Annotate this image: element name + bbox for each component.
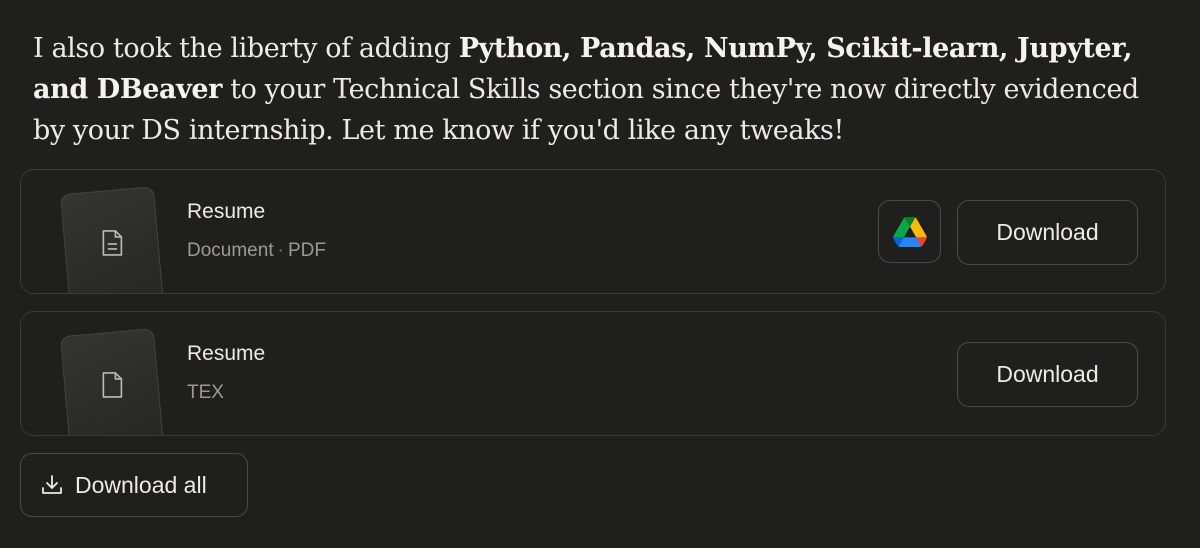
file-title: Resume bbox=[187, 200, 266, 223]
assistant-message: I also took the liberty of adding Python… bbox=[33, 28, 1173, 151]
google-drive-icon bbox=[892, 216, 927, 247]
file-meta: TEX bbox=[187, 382, 224, 404]
meta-separator: · bbox=[277, 240, 284, 261]
download-all-label: Download all bbox=[75, 472, 207, 498]
file-card-resume-pdf[interactable]: Resume Document · PDF Download bbox=[20, 169, 1166, 294]
file-thumbnail bbox=[59, 328, 165, 435]
file-title: Resume bbox=[187, 342, 266, 365]
download-all-button[interactable]: Download all bbox=[20, 453, 248, 517]
file-meta: Document · PDF bbox=[187, 240, 326, 262]
message-text-start: I also took the liberty of adding bbox=[33, 33, 459, 64]
save-to-google-drive-button[interactable] bbox=[878, 200, 941, 263]
file-type: Document bbox=[187, 240, 274, 261]
document-lines-icon bbox=[102, 230, 123, 256]
file-format: TEX bbox=[187, 382, 224, 403]
file-card-resume-tex[interactable]: Resume TEX Download bbox=[20, 311, 1166, 436]
download-icon bbox=[42, 475, 62, 494]
download-button[interactable]: Download bbox=[957, 200, 1138, 265]
blank-file-icon bbox=[102, 372, 123, 398]
download-button[interactable]: Download bbox=[957, 342, 1138, 407]
file-thumbnail bbox=[59, 186, 165, 293]
file-format: PDF bbox=[287, 240, 326, 261]
